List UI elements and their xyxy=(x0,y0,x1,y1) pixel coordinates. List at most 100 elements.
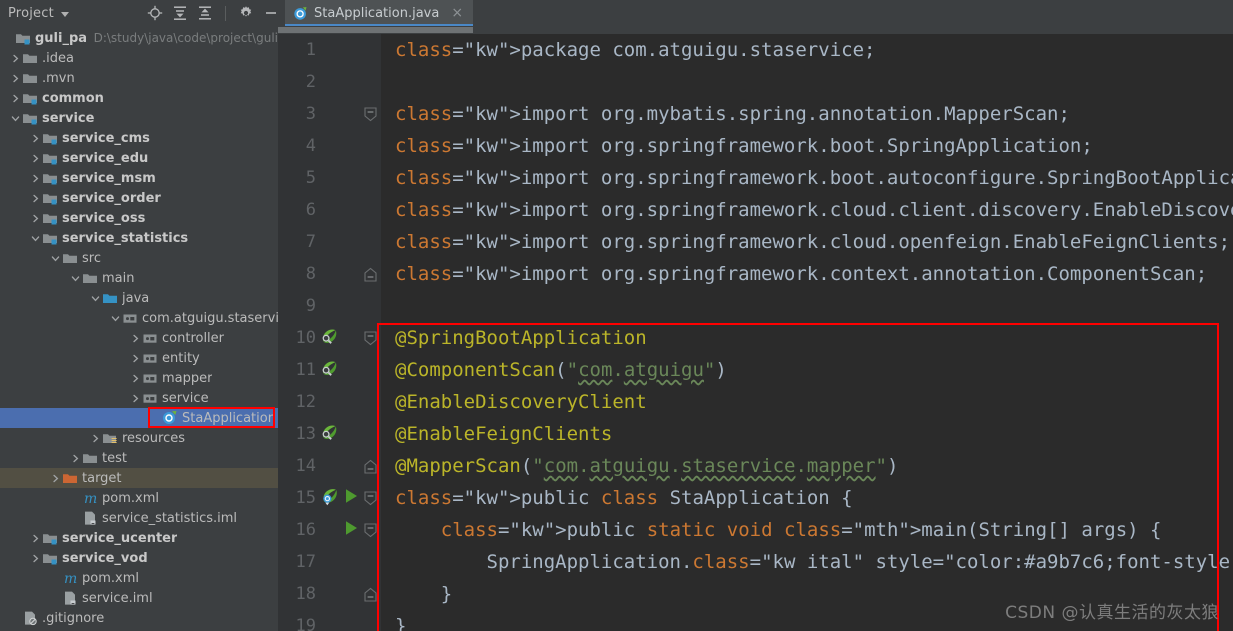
tree-arrow-icon[interactable] xyxy=(130,393,141,404)
tree-arrow-icon[interactable] xyxy=(130,373,141,384)
tree-arrow-icon[interactable] xyxy=(10,93,21,104)
tree-item-service-msm[interactable]: service_msm xyxy=(0,168,278,188)
run-arrow-icon[interactable] xyxy=(343,519,359,541)
tree-item-pom-xml[interactable]: m pom.xml xyxy=(0,568,278,588)
tree-arrow-icon[interactable] xyxy=(90,433,101,444)
tree-arrow-icon[interactable] xyxy=(110,313,121,324)
tree-arrow-icon[interactable] xyxy=(30,213,41,224)
project-path-label: D:\study\java\code\project\guli xyxy=(93,31,278,45)
tree-arrow-icon[interactable] xyxy=(30,553,41,564)
tree-item-service-oss[interactable]: service_oss xyxy=(0,208,278,228)
editor-tab-bar: StaApplication.java × xyxy=(285,0,1233,26)
tree-item-target[interactable]: target xyxy=(0,468,278,488)
close-icon[interactable]: × xyxy=(451,6,463,20)
tree-item-mapper[interactable]: mapper xyxy=(0,368,278,388)
tree-arrow-icon[interactable] xyxy=(70,453,81,464)
editor-horizontal-scrollbar[interactable] xyxy=(278,26,1233,34)
module-icon xyxy=(42,190,58,206)
tree-item-com-atguigu-staservice[interactable]: com.atguigu.staservice xyxy=(0,308,278,328)
code-fold-icon[interactable] xyxy=(364,459,377,474)
svg-text:m: m xyxy=(64,571,77,586)
tree-item-service[interactable]: service xyxy=(0,108,278,128)
code-editor[interactable]: 12345678910 11 1213 1415 1617181920 clas… xyxy=(278,26,1233,631)
tree-item-mvn[interactable]: .mvn xyxy=(0,68,278,88)
scrollbar-thumb[interactable] xyxy=(278,27,473,33)
tree-item-test[interactable]: test xyxy=(0,448,278,468)
tree-item-label: src xyxy=(82,250,101,266)
locate-icon[interactable] xyxy=(147,5,163,21)
line-number: 14 xyxy=(295,456,316,476)
code-fold-icon[interactable] xyxy=(364,491,377,506)
tree-item-resources[interactable]: resources xyxy=(0,428,278,448)
tree-item-common[interactable]: common xyxy=(0,88,278,108)
fold-marker-column[interactable] xyxy=(361,34,381,631)
tree-item-service-statistics[interactable]: service_statistics xyxy=(0,228,278,248)
spring-bean-icon[interactable] xyxy=(320,327,339,350)
tree-arrow-icon[interactable] xyxy=(130,353,141,364)
line-number: 4 xyxy=(305,136,316,156)
tree-item-gitignore[interactable]: .gitignore xyxy=(0,608,278,628)
tree-arrow-icon[interactable] xyxy=(130,333,141,344)
tree-item-main[interactable]: main xyxy=(0,268,278,288)
tree-root-item[interactable]: guli_parent D:\study\java\code\project\gu… xyxy=(0,28,278,48)
chevron-down-icon[interactable] xyxy=(60,11,69,17)
tree-item-service-ucenter[interactable]: service_ucenter xyxy=(0,528,278,548)
tree-item-pom-xml[interactable]: m pom.xml xyxy=(0,488,278,508)
tree-item-service[interactable]: service xyxy=(0,388,278,408)
tree-item-service-iml[interactable]: service.iml xyxy=(0,588,278,608)
spring-bean-icon[interactable] xyxy=(320,359,339,382)
code-fold-icon[interactable] xyxy=(364,267,377,282)
tree-arrow-icon[interactable] xyxy=(90,293,101,304)
tree-arrow-icon[interactable] xyxy=(10,73,21,84)
tree-arrow-icon[interactable] xyxy=(50,253,61,264)
tree-arrow-icon[interactable] xyxy=(50,473,61,484)
code-line: @ComponentScan("com.atguigu") xyxy=(395,359,727,381)
spring-boot-run-icon[interactable] xyxy=(320,487,339,510)
collapse-all-icon[interactable] xyxy=(197,5,213,21)
code-fold-icon[interactable] xyxy=(364,587,377,602)
tree-item-service-statistics-iml[interactable]: service_statistics.iml xyxy=(0,508,278,528)
tree-item-src[interactable]: src xyxy=(0,248,278,268)
tree-item-controller[interactable]: controller xyxy=(0,328,278,348)
tree-item-service-vod[interactable]: service_vod xyxy=(0,548,278,568)
tab-staapplication-java[interactable]: StaApplication.java × xyxy=(285,0,474,26)
tree-item-label: guli_parent xyxy=(35,30,87,46)
tree-item-entity[interactable]: entity xyxy=(0,348,278,368)
line-number: 19 xyxy=(295,616,316,631)
watermark-text: CSDN @认真生活的灰太狼 xyxy=(1005,603,1219,623)
expand-all-icon[interactable] xyxy=(172,5,188,21)
tree-arrow-icon[interactable] xyxy=(10,113,21,124)
package-icon xyxy=(142,350,158,366)
tree-item-idea[interactable]: .idea xyxy=(0,48,278,68)
tree-item-service-edu[interactable]: service_edu xyxy=(0,148,278,168)
tree-arrow-icon[interactable] xyxy=(70,273,81,284)
editor-gutter[interactable]: 12345678910 11 1213 1415 1617181920 xyxy=(278,34,381,631)
tree-item-label: service_statistics.iml xyxy=(102,510,238,526)
tree-arrow-icon[interactable] xyxy=(30,133,41,144)
tree-item-java[interactable]: java xyxy=(0,288,278,308)
code-fold-icon[interactable] xyxy=(364,331,377,346)
module-icon xyxy=(42,530,58,546)
project-tree[interactable]: guli_parent D:\study\java\code\project\gu… xyxy=(0,26,278,631)
project-panel-title[interactable]: Project xyxy=(8,6,54,21)
tree-item-label: service_vod xyxy=(62,550,148,566)
code-content[interactable]: class="kw">package com.atguigu.staservic… xyxy=(381,34,1233,631)
tree-arrow-icon[interactable] xyxy=(30,193,41,204)
code-fold-icon[interactable] xyxy=(364,523,377,538)
gear-icon[interactable] xyxy=(238,5,254,21)
tree-item-label: service_ucenter xyxy=(62,530,178,546)
tree-arrow-icon[interactable] xyxy=(10,53,21,64)
tree-arrow-icon[interactable] xyxy=(30,533,41,544)
code-line: class="kw">package com.atguigu.staservic… xyxy=(395,39,876,61)
line-number: 12 xyxy=(295,392,316,412)
tree-arrow-icon[interactable] xyxy=(30,173,41,184)
tree-arrow-icon[interactable] xyxy=(30,233,41,244)
code-fold-icon[interactable] xyxy=(364,107,377,122)
tree-item-service-order[interactable]: service_order xyxy=(0,188,278,208)
tree-item-service-cms[interactable]: service_cms xyxy=(0,128,278,148)
tree-arrow-icon[interactable] xyxy=(30,153,41,164)
run-arrow-icon[interactable] xyxy=(343,487,359,509)
spring-bean-icon[interactable] xyxy=(320,423,339,446)
minimize-icon[interactable] xyxy=(263,5,279,21)
